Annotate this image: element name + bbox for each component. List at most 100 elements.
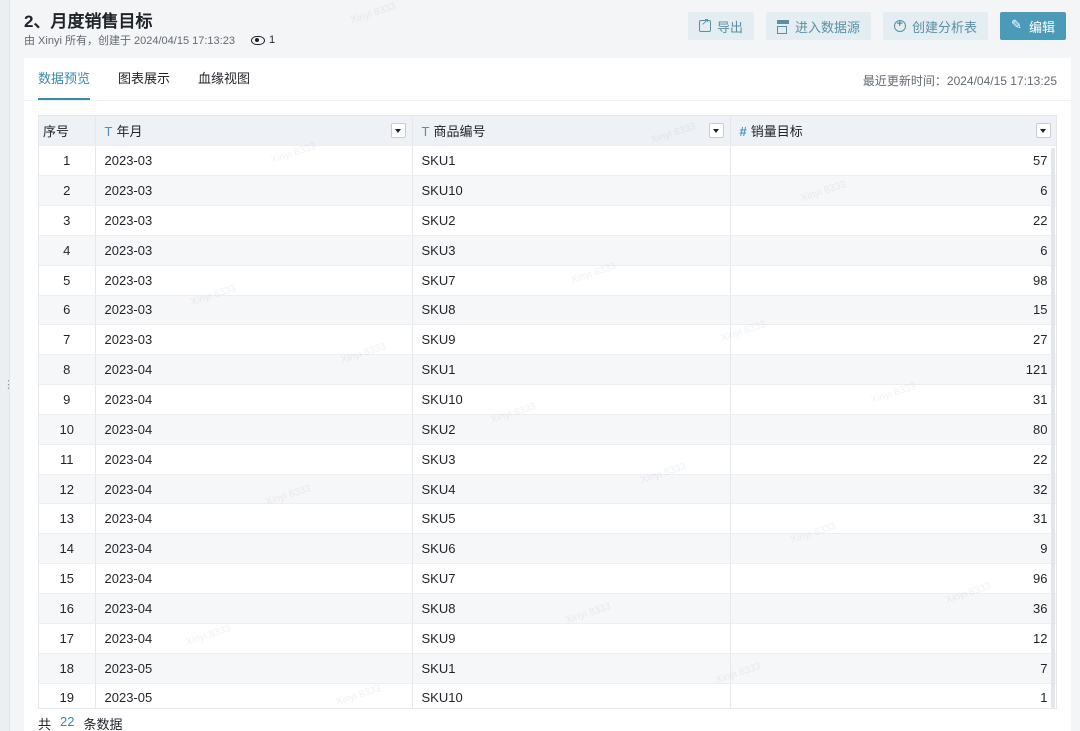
table-row[interactable]: 5 2023-03 SKU7 98 <box>39 265 1056 296</box>
table-row[interactable]: 6 2023-03 SKU8 15 <box>39 295 1056 326</box>
cell-sales-target: 31 <box>730 503 1056 535</box>
tab-chart-view[interactable]: 图表展示 <box>118 58 170 100</box>
cell-month: 2023-04 <box>95 474 413 505</box>
page-header: 2、月度销售目标 由 Xinyi 所有，创建于 2024/04/15 17:13… <box>24 0 1080 56</box>
table-footer: 共 22 条数据 <box>38 714 123 731</box>
export-icon <box>698 17 711 32</box>
export-label: 导出 <box>716 19 743 35</box>
table-row[interactable]: 3 2023-03 SKU2 22 <box>39 205 1056 236</box>
cell-month: 2023-03 <box>95 324 413 356</box>
cell-sales-target: 22 <box>730 205 1056 236</box>
cell-month: 2023-03 <box>95 175 413 207</box>
cell-sales-target: 9 <box>730 533 1056 565</box>
cell-month: 2023-04 <box>95 533 413 565</box>
cell-sku: SKU6 <box>412 533 731 565</box>
table-row[interactable]: 19 2023-05 SKU10 1 <box>39 683 1056 708</box>
edit-label: 编辑 <box>1028 19 1055 35</box>
cell-sales-target: 121 <box>730 354 1056 386</box>
edit-button[interactable]: 编辑 <box>999 12 1066 40</box>
column-header-sales-target[interactable]: # 销量目标 <box>730 116 1056 147</box>
cell-month: 2023-03 <box>95 295 413 326</box>
cell-month: 2023-04 <box>95 563 413 594</box>
column-header-index: 序号 <box>39 116 96 147</box>
cell-index: 9 <box>39 384 96 415</box>
cell-sku: SKU1 <box>412 653 731 684</box>
content-panel: 数据预览 图表展示 血缘视图 最近更新时间：2024/04/15 17:13:2… <box>24 58 1071 731</box>
open-datasource-button[interactable]: 进入数据源 <box>765 12 871 40</box>
cell-index: 17 <box>39 623 96 654</box>
column-header-month[interactable]: T 年月 <box>95 116 413 147</box>
cell-month: 2023-03 <box>95 235 413 266</box>
cell-sku: SKU9 <box>412 623 731 654</box>
column-header-label: 销量目标 <box>750 124 803 140</box>
table-row[interactable]: 12 2023-04 SKU4 32 <box>39 474 1056 505</box>
cell-sku: SKU1 <box>412 354 731 386</box>
cell-month: 2023-05 <box>95 683 413 708</box>
vertical-scrollbar[interactable] <box>1051 148 1055 708</box>
cell-index: 5 <box>39 265 96 296</box>
cell-index: 16 <box>39 593 96 624</box>
column-menu-dropdown-icon[interactable] <box>390 123 406 138</box>
table-row[interactable]: 2 2023-03 SKU10 6 <box>39 175 1056 207</box>
table-row[interactable]: 4 2023-03 SKU3 6 <box>39 235 1056 266</box>
tab-bar: 数据预览 图表展示 血缘视图 <box>38 58 250 100</box>
edit-pen-icon <box>1011 17 1023 33</box>
table-row[interactable]: 9 2023-04 SKU10 31 <box>39 384 1056 415</box>
cell-sku: SKU1 <box>412 145 731 177</box>
cell-month: 2023-04 <box>95 593 413 624</box>
table-row[interactable]: 13 2023-04 SKU5 31 <box>39 503 1056 535</box>
cell-month: 2023-03 <box>95 145 413 177</box>
cell-month: 2023-03 <box>95 205 413 236</box>
page-title: 2、月度销售目标 <box>24 12 153 31</box>
column-header-sku[interactable]: T 商品编号 <box>412 116 731 147</box>
column-header-label: 年月 <box>116 124 143 140</box>
table-row[interactable]: 7 2023-03 SKU9 27 <box>39 324 1056 356</box>
table-row[interactable]: 16 2023-04 SKU8 36 <box>39 593 1056 624</box>
column-menu-dropdown-icon[interactable] <box>708 123 724 138</box>
cell-sku: SKU7 <box>412 265 731 296</box>
tab-lineage-view[interactable]: 血缘视图 <box>198 58 250 100</box>
export-button[interactable]: 导出 <box>687 12 754 40</box>
cell-index: 7 <box>39 324 96 356</box>
page-meta: 由 Xinyi 所有，创建于 2024/04/15 17:13:23 1 <box>24 32 275 48</box>
cell-index: 8 <box>39 354 96 386</box>
table-row[interactable]: 10 2023-04 SKU2 80 <box>39 414 1056 445</box>
cell-sku: SKU4 <box>412 474 731 505</box>
table-row[interactable]: 1 2023-03 SKU1 57 <box>39 145 1056 177</box>
left-collapse-rail[interactable]: ⋮ <box>0 0 14 731</box>
table-row[interactable]: 17 2023-04 SKU9 12 <box>39 623 1056 654</box>
cell-index: 19 <box>39 683 96 708</box>
cell-sales-target: 57 <box>730 145 1056 177</box>
cell-sales-target: 22 <box>730 444 1056 475</box>
table-row[interactable]: 18 2023-05 SKU1 7 <box>39 653 1056 684</box>
drag-handle-icon[interactable]: ⋮ <box>3 380 14 399</box>
table-row[interactable]: 11 2023-04 SKU3 22 <box>39 444 1056 475</box>
tab-divider <box>24 100 1071 101</box>
cell-index: 6 <box>39 295 96 326</box>
cell-sales-target: 36 <box>730 593 1056 624</box>
cell-index: 10 <box>39 414 96 445</box>
create-analysis-button[interactable]: 创建分析表 <box>882 12 988 40</box>
table-row[interactable]: 15 2023-04 SKU7 96 <box>39 563 1056 594</box>
view-count-value: 1 <box>268 34 276 46</box>
cell-index: 1 <box>39 145 96 177</box>
cell-index: 4 <box>39 235 96 266</box>
cell-sales-target: 98 <box>730 265 1056 296</box>
last-updated-text: 最近更新时间：2024/04/15 17:13:25 <box>862 74 1057 88</box>
cell-sku: SKU8 <box>412 295 731 326</box>
plus-circle-icon <box>893 18 906 32</box>
table-header-row: 序号 T 年月 T 商品编号 # 销量目标 <box>39 116 1056 147</box>
footer-suffix: 条数据 <box>83 717 123 731</box>
cell-month: 2023-05 <box>95 653 413 684</box>
column-menu-dropdown-icon[interactable] <box>1035 123 1051 138</box>
cell-sales-target: 32 <box>730 474 1056 505</box>
table-row[interactable]: 8 2023-04 SKU1 121 <box>39 354 1056 386</box>
table-row[interactable]: 14 2023-04 SKU6 9 <box>39 533 1056 565</box>
cell-index: 3 <box>39 205 96 236</box>
cell-index: 18 <box>39 653 96 684</box>
action-bar: 导出 进入数据源 创建分析表 编辑 <box>687 12 1066 40</box>
text-type-icon: T <box>104 124 113 140</box>
cell-sales-target: 96 <box>730 563 1056 594</box>
cell-sales-target: 7 <box>730 653 1056 684</box>
tab-data-preview[interactable]: 数据预览 <box>38 58 91 100</box>
